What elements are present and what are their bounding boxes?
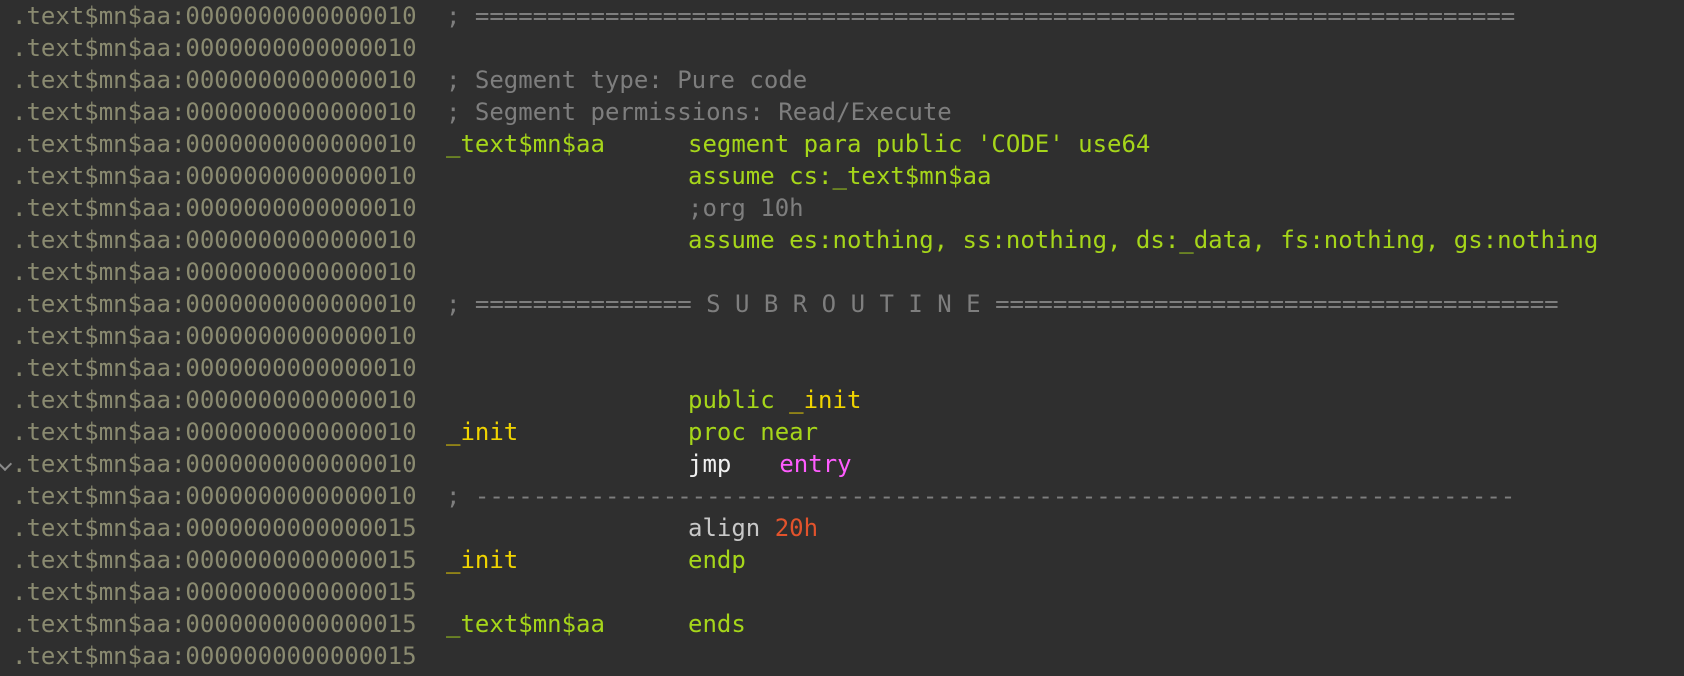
align-directive: align 20h	[688, 512, 818, 544]
line-address: .text$mn$aa:0000000000000010	[12, 98, 417, 126]
line-address: .text$mn$aa:0000000000000010	[12, 322, 417, 350]
org-comment: ;org 10h	[688, 194, 804, 222]
segment-name[interactable]: _text$mn$aa	[446, 128, 605, 160]
endp-directive: endp	[688, 546, 746, 574]
listing-line[interactable]: .text$mn$aa:0000000000000010 ; Segment p…	[0, 96, 952, 128]
subroutine-separator: ; =============== S U B R O U T I N E ==…	[446, 290, 1559, 318]
segment-name[interactable]: _text$mn$aa	[446, 608, 605, 640]
assume-directive: assume cs:_text$mn$aa	[688, 162, 992, 190]
proc-directive: proc near	[688, 418, 819, 446]
line-address: .text$mn$aa:0000000000000010	[12, 450, 417, 478]
function-label[interactable]: _init	[446, 544, 518, 576]
listing-line[interactable]: .text$mn$aa:0000000000000010 ; ---------…	[0, 480, 1515, 512]
instruction: jmp entry	[688, 448, 852, 480]
listing-line[interactable]: .text$mn$aa:0000000000000015 _text$mn$aa…	[0, 608, 746, 640]
segment-directive: segment para public 'CODE' use64	[688, 130, 1151, 158]
line-address: .text$mn$aa:0000000000000010	[12, 482, 417, 510]
line-address: .text$mn$aa:0000000000000010	[12, 226, 417, 254]
listing-line[interactable]: .text$mn$aa:0000000000000015	[0, 576, 417, 608]
listing-line[interactable]: .text$mn$aa:0000000000000010 ; =========…	[0, 288, 1559, 320]
line-address: .text$mn$aa:0000000000000010	[12, 162, 417, 190]
listing-line[interactable]: .text$mn$aa:0000000000000010 assume cs:_…	[0, 160, 991, 192]
function-name-link[interactable]: _init	[789, 386, 861, 414]
chevron-down-icon[interactable]	[0, 456, 13, 472]
line-address: .text$mn$aa:0000000000000010	[12, 66, 417, 94]
listing-line[interactable]: .text$mn$aa:0000000000000010 jmp entry	[0, 448, 852, 480]
dashed-separator: ; --------------------------------------…	[446, 482, 1516, 510]
line-address: .text$mn$aa:0000000000000010	[12, 130, 417, 158]
disassembly-listing[interactable]: .text$mn$aa:0000000000000010 ; =========…	[0, 0, 1684, 676]
listing-line[interactable]: .text$mn$aa:0000000000000010 _text$mn$aa…	[0, 128, 1150, 160]
mnemonic: jmp	[688, 450, 732, 478]
line-address: .text$mn$aa:0000000000000015	[12, 642, 417, 670]
listing-line[interactable]: .text$mn$aa:0000000000000015 _init endp	[0, 544, 746, 576]
line-address: .text$mn$aa:0000000000000015	[12, 514, 417, 542]
line-address: .text$mn$aa:0000000000000010	[12, 258, 417, 286]
listing-line[interactable]: .text$mn$aa:0000000000000010 ; Segment t…	[0, 64, 807, 96]
line-address: .text$mn$aa:0000000000000015	[12, 610, 417, 638]
listing-line[interactable]: .text$mn$aa:0000000000000015 align 20h	[0, 512, 818, 544]
jump-target-link[interactable]: entry	[779, 450, 851, 478]
segment-permissions-comment: ; Segment permissions: Read/Execute	[446, 98, 952, 126]
align-keyword: align	[688, 514, 761, 542]
listing-line[interactable]: .text$mn$aa:0000000000000010	[0, 352, 417, 384]
line-address: .text$mn$aa:0000000000000010	[12, 354, 417, 382]
listing-line[interactable]: .text$mn$aa:0000000000000010 ; =========…	[0, 0, 1515, 32]
line-address: .text$mn$aa:0000000000000010	[12, 386, 417, 414]
listing-line[interactable]: .text$mn$aa:0000000000000010 public _ini…	[0, 384, 861, 416]
listing-line[interactable]: .text$mn$aa:0000000000000010 ;org 10h	[0, 192, 804, 224]
line-address: .text$mn$aa:0000000000000010	[12, 290, 417, 318]
listing-line[interactable]: .text$mn$aa:0000000000000010	[0, 320, 417, 352]
public-keyword: public	[688, 386, 775, 414]
listing-line[interactable]: .text$mn$aa:0000000000000010 assume es:n…	[0, 224, 1598, 256]
line-address: .text$mn$aa:0000000000000010	[12, 34, 417, 62]
listing-line[interactable]: .text$mn$aa:0000000000000010 _init proc …	[0, 416, 818, 448]
listing-line[interactable]: .text$mn$aa:0000000000000010	[0, 32, 417, 64]
line-address: .text$mn$aa:0000000000000010	[12, 2, 417, 30]
function-label[interactable]: _init	[446, 416, 518, 448]
line-address: .text$mn$aa:0000000000000015	[12, 546, 417, 574]
line-address: .text$mn$aa:0000000000000015	[12, 578, 417, 606]
align-value: 20h	[774, 514, 819, 542]
segment-type-comment: ; Segment type: Pure code	[446, 66, 808, 94]
line-address: .text$mn$aa:0000000000000010	[12, 418, 417, 446]
separator-comment: ; ======================================…	[446, 2, 1516, 30]
public-directive: public _init	[688, 384, 861, 416]
listing-line[interactable]: .text$mn$aa:0000000000000010	[0, 256, 417, 288]
ends-directive: ends	[688, 610, 746, 638]
assume-directive: assume es:nothing, ss:nothing, ds:_data,…	[688, 226, 1599, 254]
line-address: .text$mn$aa:0000000000000010	[12, 194, 417, 222]
listing-line[interactable]: .text$mn$aa:0000000000000015	[0, 640, 417, 672]
